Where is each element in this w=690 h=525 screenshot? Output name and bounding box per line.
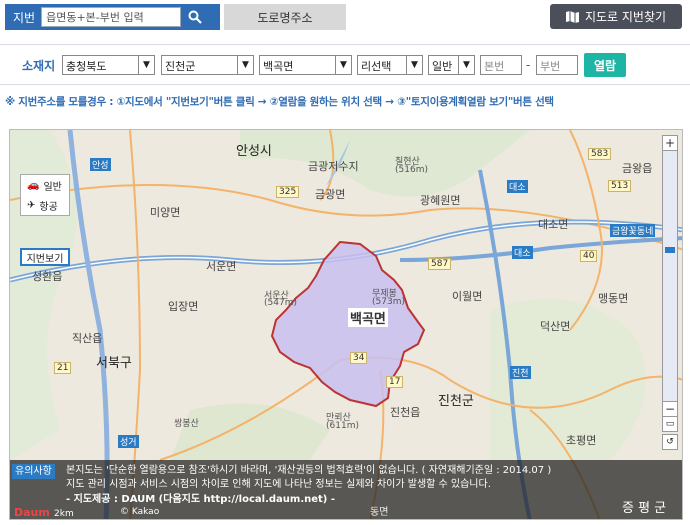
map-scale: 2km [54,509,74,519]
notice-tag: 유의사항 [12,464,55,479]
ic-badge: 안성 [90,158,111,171]
map-type-control: 🚗 일반 ✈ 항공 [20,174,70,216]
zoom-handle[interactable] [665,247,675,253]
ic-badge: 금왕꽃동네 [610,224,656,237]
divider [0,84,690,85]
map-label: 성환읍 [32,270,63,283]
open-button[interactable]: 열람 [584,53,626,77]
notice-line-3: - 지도제공 : DAUM (다음지도 http://local.daum.ne… [66,494,336,505]
tab-jibun[interactable]: 지번 읍면동+본-부번 입력 [5,4,220,30]
jibun-label: 지번 [13,10,36,25]
map-label: 안성시 [236,144,272,159]
location-label: 소재지 [22,59,56,73]
chevron-down-icon: ▼ [406,56,422,74]
map-label: 서북구 [96,356,132,371]
map-label: 맹동면 [598,292,629,305]
address-filter: 소재지 충청북도 ▼ 진천군 ▼ 백곡면 ▼ 리선택 ▼ 일반 ▼ 본번 - 부번 열람 [0,50,690,80]
map-type-aerial[interactable]: ✈ 항공 [21,195,69,215]
ruler-icon[interactable]: ▭ [662,416,678,432]
search-button[interactable] [181,4,209,30]
reset-icon[interactable]: ↺ [662,434,678,450]
plane-icon: ✈ [27,199,36,211]
road-number: 325 [276,186,300,198]
map-label: 서운면 [206,260,237,273]
map-label: 진천군 [438,394,474,409]
county-select[interactable]: 진천군 ▼ [161,55,254,75]
village-select[interactable]: 리선택 ▼ [357,55,423,75]
jibun-view-button[interactable]: 지번보기 [20,248,70,266]
ic-badge: 대소 [512,246,533,259]
road-number: 583 [588,148,612,160]
chevron-down-icon: ▼ [458,56,474,74]
map-label: 증 평 군 [622,501,667,516]
map-type-normal[interactable]: 🚗 일반 [21,175,69,195]
road-number: 40 [580,250,598,262]
map-label: 입장면 [168,300,199,313]
ic-badge: 대소 [507,180,528,193]
map-icon [565,10,579,23]
notice-overlay: 유의사항 본지도는 '단순한 열람용으로 참조'하시기 바라며, '재산권등의 … [10,460,682,519]
land-type-select[interactable]: 일반 ▼ [428,55,475,75]
top-bar: 지번 읍면동+본-부번 입력 도로명주소 지도로 지번찾기 [0,0,690,33]
road-number: 17 [386,376,404,388]
province-select[interactable]: 충청북도 ▼ [62,55,155,75]
map-label: 직산읍 [72,332,103,345]
map-label: 초평면 [566,434,597,447]
map-label: 이월면 [452,290,483,303]
map-label: 쌍봉산 [174,419,199,429]
divider [0,44,690,45]
map-label: 금광면 [315,188,346,201]
zoom-slider[interactable] [662,151,678,401]
jibun-search-input[interactable]: 읍면동+본-부번 입력 [41,7,182,27]
notice-line-2: 지도 관리 시점과 서비스 시점의 차이로 인해 지도에 나타난 정보는 실제와… [66,479,491,490]
notice-line-1: 본지도는 '단순한 열람용으로 참조'하시기 바라며, '재산권등의 법적효력'… [66,465,552,476]
map-label: (611m) [326,421,359,431]
map-label: (516m) [395,165,428,175]
highlight-label: 백곡면 [348,308,388,327]
chevron-down-icon: ▼ [335,56,351,74]
map-label: 덕산면 [540,320,571,333]
usage-hint: ※ 지번주소를 모를경우 : ①지도에서 "지번보기"버튼 클릭 → ②열람을 … [5,96,554,108]
zoom-in-icon[interactable]: + [662,135,678,151]
chevron-down-icon: ▼ [237,56,253,74]
main-number-input[interactable]: 본번 [480,55,522,75]
ic-badge: 성거 [118,435,139,448]
ic-badge: 진천 [510,366,531,379]
map-view[interactable]: 안성시 안성 금광저수지 칠현산 (516m) 금광면 광혜원면 미양면 서운면… [9,129,683,520]
map-label: 광혜원면 [420,194,461,207]
map-label: 대소면 [538,218,569,231]
zoom-control: + − [662,135,678,435]
map-find-label: 지도로 지번찾기 [584,10,667,24]
map-label: (547m) [264,298,297,308]
zoom-out-icon[interactable]: − [662,401,678,417]
car-icon: 🚗 [27,179,40,191]
sub-number-input[interactable]: 부번 [536,55,578,75]
map-label: 금왕읍 [622,162,653,175]
number-dash: - [526,58,531,72]
chevron-down-icon: ▼ [138,56,154,74]
road-number: 34 [350,352,368,364]
daum-logo: Daum [14,506,50,519]
map-label: 동면 [370,507,389,518]
township-select[interactable]: 백곡면 ▼ [259,55,352,75]
road-number: 587 [428,258,452,270]
search-icon [188,10,202,24]
map-label: 진천읍 [390,406,421,419]
tab-road-address[interactable]: 도로명주소 [224,4,346,30]
map-find-button[interactable]: 지도로 지번찾기 [550,4,682,29]
kakao-copyright: © Kakao [120,507,160,517]
road-number: 513 [608,180,632,192]
map-label: 금광저수지 [308,160,359,173]
map-label: 미양면 [150,206,181,219]
map-label: (573m) [372,297,405,307]
road-number: 21 [54,362,72,374]
